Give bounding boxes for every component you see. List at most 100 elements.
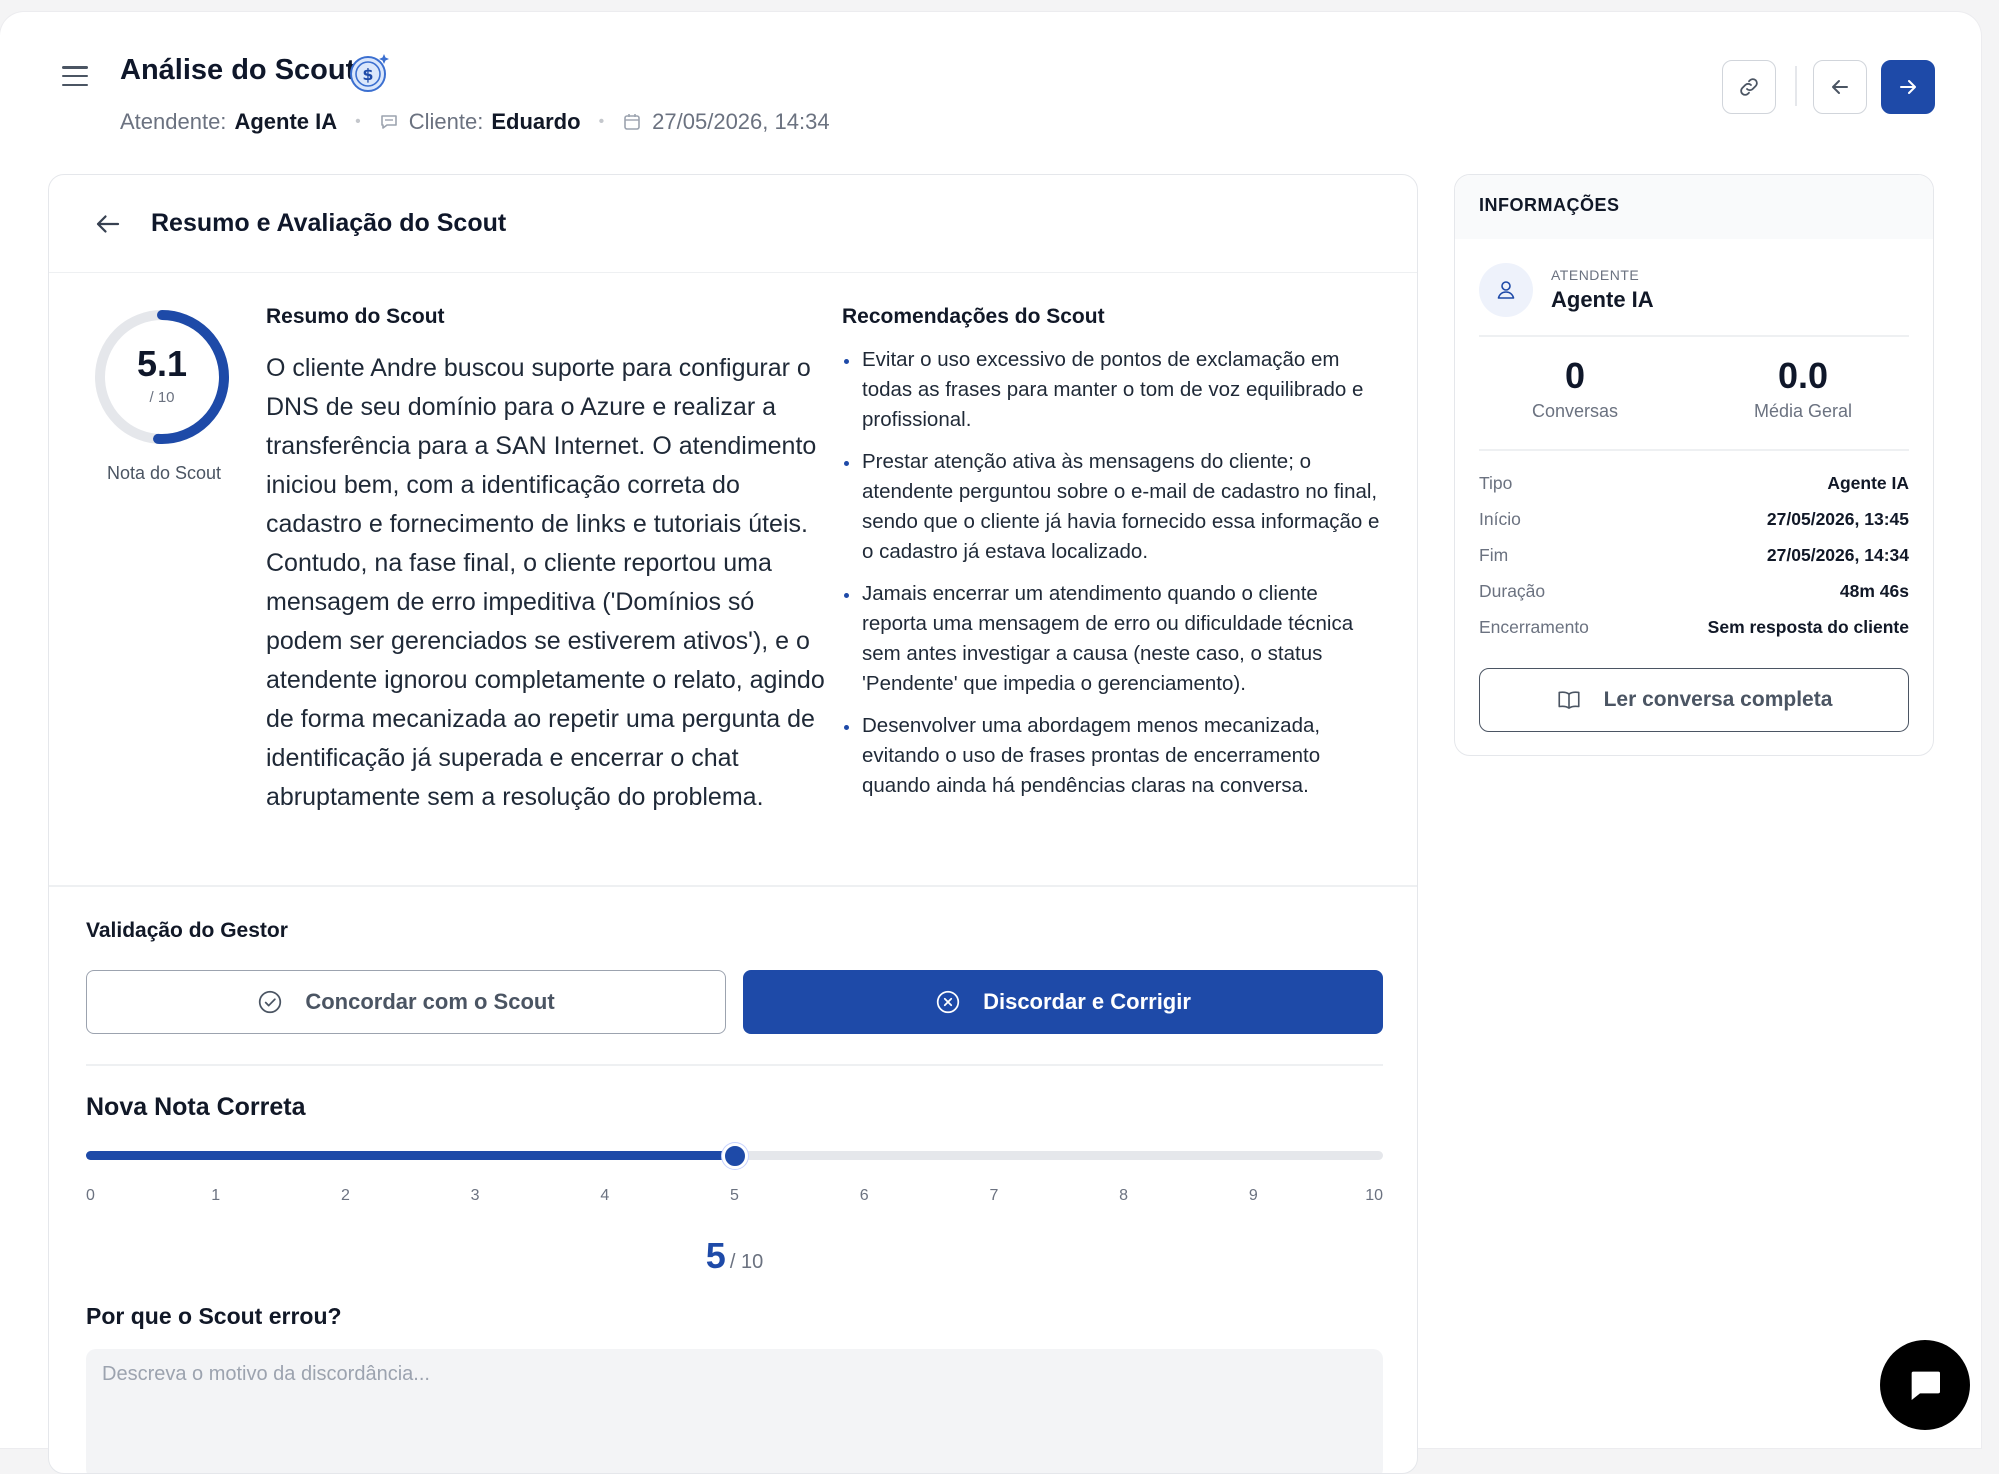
disagree-label: Discordar e Corrigir xyxy=(983,989,1191,1014)
detail-row-tipo: Tipo Agente IA xyxy=(1479,473,1909,494)
slider-tick-label: 4 xyxy=(600,1187,610,1204)
stat-label: Média Geral xyxy=(1753,401,1853,421)
why-title: Por que o Scout errou? xyxy=(86,1303,342,1329)
detail-key: Encerramento xyxy=(1479,617,1589,637)
detail-value: Sem resposta do cliente xyxy=(1707,617,1909,637)
attendant-name: Agente IA xyxy=(1551,287,1654,312)
slider-value-display: 5/ 10 xyxy=(86,1235,1383,1277)
calendar-icon xyxy=(624,114,640,130)
detail-value: 27/05/2026, 13:45 xyxy=(1766,509,1909,529)
section-divider xyxy=(86,1064,1383,1066)
attendant-caption: ATENDENTE xyxy=(1551,267,1640,283)
stat-conversations: 0 Conversas xyxy=(1465,355,1685,422)
detail-row-encerramento: Encerramento Sem resposta do cliente xyxy=(1479,617,1909,638)
detail-row-duracao: Duração 48m 46s xyxy=(1479,581,1909,602)
slider-tick-label: 2 xyxy=(340,1187,350,1204)
slider-tick-label: 5 xyxy=(730,1187,739,1204)
header-meta: Atendente: Agente IA • Cliente: Eduardo … xyxy=(120,109,830,135)
new-score-title: Nova Nota Correta xyxy=(86,1093,306,1121)
svg-text:$: $ xyxy=(362,65,373,84)
cliente-label: Cliente: xyxy=(408,109,484,134)
slider-value-denominator: / 10 xyxy=(729,1251,764,1273)
card-title: Resumo e Avaliação do Scout xyxy=(151,209,507,237)
cliente-value: Eduardo xyxy=(491,109,581,134)
slider-tick-label: 1 xyxy=(211,1187,221,1204)
stat-label: Conversas xyxy=(1531,401,1619,421)
info-panel: INFORMAÇÕES ATENDENTE Agente IA 0 Conver… xyxy=(1454,174,1934,756)
meta-separator: • xyxy=(598,113,605,130)
summary-text: O cliente Andre buscou suporte para conf… xyxy=(266,354,825,811)
copy-link-button[interactable] xyxy=(1722,60,1776,114)
stat-value: 0.0 xyxy=(1777,355,1829,396)
avatar xyxy=(1479,263,1533,317)
book-icon xyxy=(1558,691,1580,709)
detail-value: 27/05/2026, 14:34 xyxy=(1766,545,1909,565)
scout-summary: Resumo do Scout O cliente Andre buscou s… xyxy=(266,305,826,817)
panel-divider xyxy=(1479,449,1909,451)
recommendation-item: Evitar o uso excessivo de pontos de excl… xyxy=(842,345,1382,435)
info-panel-title: INFORMAÇÕES xyxy=(1455,175,1933,239)
slider-tick-label: 9 xyxy=(1248,1187,1258,1204)
disagreement-reason-input[interactable] xyxy=(86,1349,1383,1473)
scout-recommendations: Recomendações do Scout Evitar o uso exce… xyxy=(842,305,1382,813)
page-title: Análise do Scout xyxy=(120,54,356,86)
link-icon xyxy=(1740,78,1758,96)
agree-button[interactable]: Concordar com o Scout xyxy=(86,970,726,1034)
detail-key: Início xyxy=(1479,509,1521,529)
atendente-label: Atendente: xyxy=(120,109,227,134)
detail-row-inicio: Início 27/05/2026, 13:45 xyxy=(1479,509,1909,530)
section-divider xyxy=(49,885,1417,887)
validation-title: Validação do Gestor xyxy=(86,919,288,942)
attendant-info: ATENDENTE Agente IA xyxy=(1479,263,1654,317)
page: Análise do Scout $ Atendente: Agente IA … xyxy=(0,12,1981,1474)
detail-key: Tipo xyxy=(1479,473,1513,493)
slider-tick-label: 3 xyxy=(470,1187,480,1204)
recommendation-item: Prestar atenção ativa às mensagens do cl… xyxy=(842,447,1382,567)
score-value: 5.1 xyxy=(136,343,188,384)
slider-tick-label: 7 xyxy=(989,1187,999,1204)
recommendation-item: Desenvolver uma abordagem menos mecaniza… xyxy=(842,711,1382,801)
header-divider xyxy=(1795,66,1797,106)
recommendations-title: Recomendações do Scout xyxy=(842,305,1105,328)
chat-support-button[interactable] xyxy=(1880,1340,1970,1430)
check-circle-icon xyxy=(259,990,282,1014)
panel-divider xyxy=(1479,335,1909,337)
agree-label: Concordar com o Scout xyxy=(305,989,555,1014)
chat-icon xyxy=(380,115,397,129)
arrow-right-icon xyxy=(1900,80,1916,94)
x-circle-icon xyxy=(936,990,960,1014)
slider-ticks: 0 1 2 3 4 5 6 7 8 9 10 xyxy=(86,1187,1383,1207)
detail-key: Fim xyxy=(1479,545,1509,565)
chat-bubble-icon xyxy=(1911,1371,1940,1400)
datetime: 27/05/2026, 14:34 xyxy=(652,109,830,134)
scout-score: 5.1 / 10 Nota do Scout xyxy=(89,307,239,484)
read-conversation-label: Ler conversa completa xyxy=(1603,688,1833,711)
score-denominator: / 10 xyxy=(149,389,175,406)
score-slider[interactable] xyxy=(86,1141,1383,1171)
slider-fill xyxy=(86,1151,735,1160)
score-ring: 5.1 / 10 xyxy=(92,307,232,447)
back-button[interactable] xyxy=(93,206,129,242)
slider-tick-label: 8 xyxy=(1119,1187,1129,1204)
previous-button[interactable] xyxy=(1813,60,1867,114)
scout-evaluation-card: Resumo e Avaliação do Scout 5.1 / 10 Not… xyxy=(48,174,1418,1474)
slider-thumb[interactable] xyxy=(721,1143,748,1169)
recommendations-list: Evitar o uso excessivo de pontos de excl… xyxy=(842,345,1382,801)
arrow-left-icon xyxy=(1832,80,1848,94)
next-button[interactable] xyxy=(1881,60,1935,114)
detail-value: Agente IA xyxy=(1827,473,1909,493)
slider-tick-label: 0 xyxy=(86,1187,95,1204)
detail-value: 48m 46s xyxy=(1839,581,1909,601)
arrow-left-icon xyxy=(96,214,120,233)
dollar-badge-icon: $ xyxy=(350,54,389,92)
score-label: Nota do Scout xyxy=(106,463,222,483)
slider-value: 5 xyxy=(705,1235,726,1276)
meta-separator: • xyxy=(355,113,361,130)
card-header: Resumo e Avaliação do Scout xyxy=(49,175,1417,273)
slider-tick-label: 10 xyxy=(1365,1187,1383,1204)
summary-title: Resumo do Scout xyxy=(266,305,445,328)
detail-row-fim: Fim 27/05/2026, 14:34 xyxy=(1479,545,1909,566)
disagree-button[interactable]: Discordar e Corrigir xyxy=(743,970,1383,1034)
menu-icon[interactable] xyxy=(62,66,88,86)
read-conversation-button[interactable]: Ler conversa completa xyxy=(1479,668,1909,732)
